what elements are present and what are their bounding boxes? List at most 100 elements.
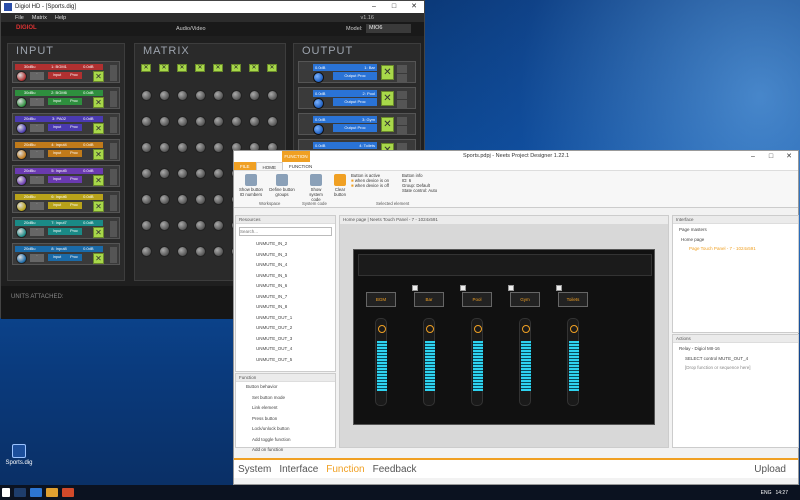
matrix-crosspoint-knob[interactable] (141, 90, 152, 101)
gain-knob[interactable] (16, 175, 27, 186)
matrix-crosspoint-knob[interactable] (249, 116, 260, 127)
app-icon[interactable] (62, 488, 74, 497)
proc-button[interactable]: Proc (66, 98, 82, 105)
output-toggle[interactable] (397, 126, 407, 134)
tab-home[interactable]: HOME (255, 162, 284, 170)
matrix-crosspoint-knob[interactable] (141, 194, 152, 205)
matrix-crosspoint-knob[interactable] (177, 194, 188, 205)
input-button[interactable]: Input (48, 150, 66, 157)
tree-page-masters[interactable]: Page masters (673, 224, 798, 235)
clear-button[interactable]: Clear button (331, 173, 349, 197)
input-button[interactable]: Input (48, 176, 66, 183)
tab-function[interactable]: FUNCTION (283, 162, 318, 170)
matrix-crosspoint-knob[interactable] (177, 168, 188, 179)
action-drop-zone[interactable]: [Drop function or sequence here] (673, 363, 798, 372)
mute-x-button[interactable]: ✕ (93, 123, 104, 134)
proc-button[interactable]: Proc (66, 228, 82, 235)
action-relay[interactable]: Relay - Digiol MII-16 (673, 343, 798, 354)
matrix-mute-button[interactable]: ✕ (249, 64, 259, 72)
panel-zone-button[interactable]: BGM (366, 292, 396, 307)
matrix-crosspoint-knob[interactable] (159, 246, 170, 257)
output-toggle[interactable] (397, 74, 407, 82)
mute-x-button[interactable]: ✕ (93, 227, 104, 238)
settings-switch[interactable]: · (30, 98, 44, 106)
gain-knob[interactable] (16, 201, 27, 212)
resource-item[interactable]: UNMUTE_OUT_5 (236, 355, 335, 366)
edge-icon[interactable] (30, 488, 42, 497)
slider-handle-icon[interactable] (474, 325, 482, 333)
panel-zone-button[interactable]: Bar (414, 292, 444, 307)
volume-slider[interactable] (423, 318, 435, 406)
desktop-file-icon[interactable]: Sports.dig (4, 444, 34, 466)
settings-switch[interactable]: · (30, 72, 44, 80)
upload-button[interactable]: Upload (750, 460, 790, 480)
resource-item[interactable]: UNMUTE_IN_3 (236, 250, 335, 261)
input-button[interactable]: Input (48, 124, 66, 131)
settings-switch[interactable]: · (30, 124, 44, 132)
clock[interactable]: 14:27 (775, 490, 788, 496)
output-toggle[interactable] (397, 65, 407, 73)
matrix-crosspoint-knob[interactable] (159, 220, 170, 231)
matrix-crosspoint-knob[interactable] (231, 90, 242, 101)
proc-button[interactable]: Proc (66, 150, 82, 157)
volume-slider[interactable] (519, 318, 531, 406)
matrix-crosspoint-knob[interactable] (195, 142, 206, 153)
matrix-crosspoint-knob[interactable] (213, 90, 224, 101)
input-button[interactable]: Input (48, 98, 66, 105)
panel-zone-button[interactable]: Pool (462, 292, 492, 307)
matrix-mute-button[interactable]: ✕ (213, 64, 223, 72)
input-button[interactable]: Input (48, 228, 66, 235)
resource-item[interactable]: UNMUTE_IN_6 (236, 281, 335, 292)
function-item[interactable]: Add on function (236, 445, 335, 456)
matrix-crosspoint-knob[interactable] (231, 116, 242, 127)
nav-feedback[interactable]: Feedback (369, 460, 421, 478)
matrix-crosspoint-knob[interactable] (177, 220, 188, 231)
start-icon[interactable] (2, 488, 10, 497)
matrix-crosspoint-knob[interactable] (159, 116, 170, 127)
matrix-crosspoint-knob[interactable] (249, 90, 260, 101)
matrix-crosspoint-knob[interactable] (213, 142, 224, 153)
matrix-crosspoint-knob[interactable] (177, 116, 188, 127)
matrix-mute-button[interactable]: ✕ (159, 64, 169, 72)
settings-switch[interactable]: · (30, 150, 44, 158)
resource-item[interactable]: UNMUTE_IN_5 (236, 271, 335, 282)
panel-checkbox[interactable] (460, 285, 466, 291)
matrix-crosspoint-knob[interactable] (213, 168, 224, 179)
explorer-icon[interactable] (46, 488, 58, 497)
output-knob[interactable] (313, 124, 324, 135)
resource-item[interactable]: UNMUTE_OUT_1 (236, 313, 335, 324)
neets-minimize-button[interactable]: – (744, 151, 762, 162)
resource-item[interactable]: UNMUTE_IN_7 (236, 292, 335, 303)
output-toggle[interactable] (397, 91, 407, 99)
matrix-crosspoint-knob[interactable] (159, 168, 170, 179)
resource-item[interactable]: UNMUTE_IN_8 (236, 302, 335, 313)
gain-knob[interactable] (16, 123, 27, 134)
slider-handle-icon[interactable] (378, 325, 386, 333)
matrix-crosspoint-knob[interactable] (141, 220, 152, 231)
when-off-checkbox[interactable]: ■ when device is off (351, 183, 401, 188)
matrix-crosspoint-knob[interactable] (159, 194, 170, 205)
gain-knob[interactable] (16, 97, 27, 108)
menu-help[interactable]: Help (55, 15, 66, 21)
show-code-button[interactable]: Show system code (304, 173, 328, 202)
volume-slider[interactable] (375, 318, 387, 406)
resource-item[interactable]: UNMUTE_OUT_3 (236, 334, 335, 345)
matrix-crosspoint-knob[interactable] (177, 90, 188, 101)
output-mute-button[interactable]: ✕ (381, 65, 394, 80)
matrix-crosspoint-knob[interactable] (213, 116, 224, 127)
mute-x-button[interactable]: ✕ (93, 149, 104, 160)
proc-button[interactable]: Proc (66, 124, 82, 131)
panel-zone-button[interactable]: Gym (510, 292, 540, 307)
proc-button[interactable]: Proc (66, 202, 82, 209)
volume-slider[interactable] (471, 318, 483, 406)
define-groups-button[interactable]: Define button groups (267, 173, 297, 197)
output-mute-button[interactable]: ✕ (381, 117, 394, 132)
panel-checkbox[interactable] (556, 285, 562, 291)
model-select[interactable]: MIO6 (366, 24, 411, 33)
output-proc-button[interactable]: Output Proc (333, 124, 377, 132)
slider-handle-icon[interactable] (570, 325, 578, 333)
matrix-crosspoint-knob[interactable] (141, 142, 152, 153)
matrix-crosspoint-knob[interactable] (267, 90, 278, 101)
resource-item[interactable]: UNMUTE_OUT_2 (236, 323, 335, 334)
slider-handle-icon[interactable] (426, 325, 434, 333)
